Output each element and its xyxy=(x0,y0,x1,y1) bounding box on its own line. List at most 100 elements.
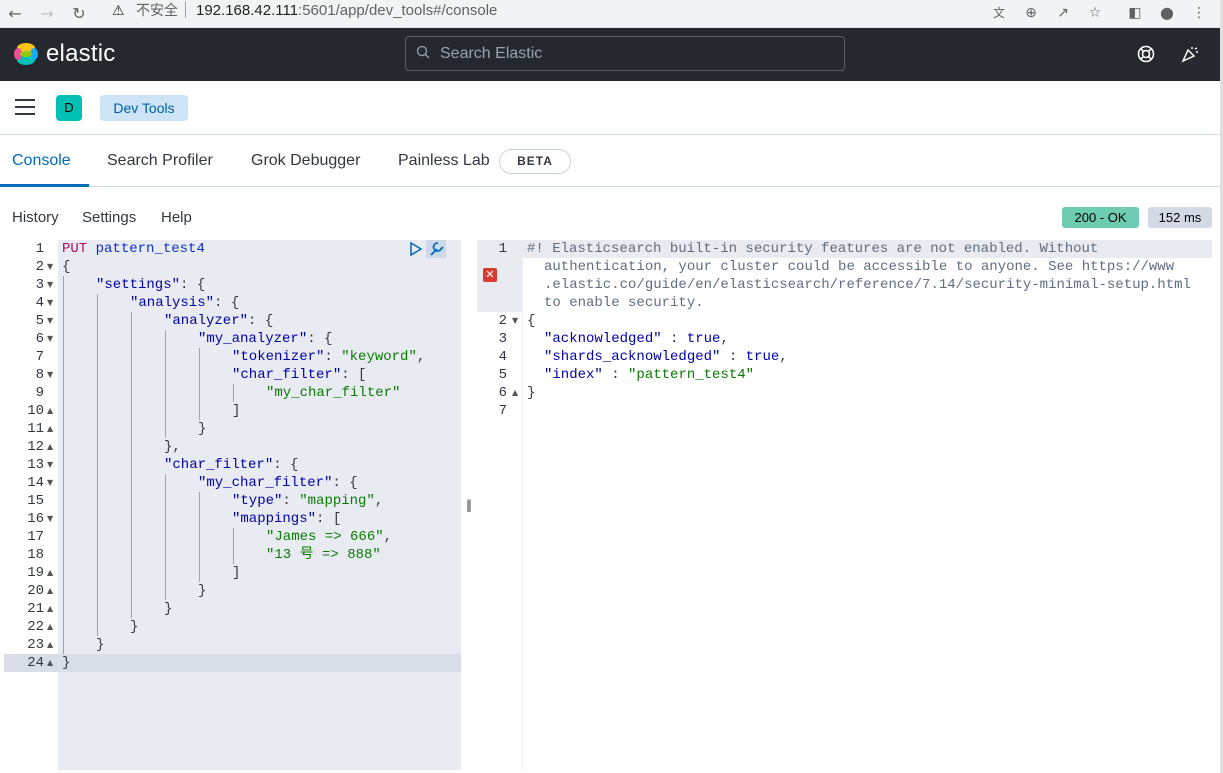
line-number: 7 xyxy=(498,403,507,419)
code-line: { xyxy=(62,259,71,275)
line-number: 1 xyxy=(498,241,507,257)
fold-up-icon[interactable]: ▲ xyxy=(47,600,53,618)
fold-down-icon[interactable]: ▼ xyxy=(47,456,53,474)
response-editor[interactable]: ✕ 1 2 3 4 5 6 7 ▼ ▲ #! Elasticsearch bui… xyxy=(477,240,1220,770)
fold-up-icon[interactable]: ▲ xyxy=(47,564,53,582)
search-input[interactable]: Search Elastic xyxy=(405,36,845,71)
code-line: "analysis": { xyxy=(130,295,240,311)
tab-search-profiler[interactable]: Search Profiler xyxy=(107,135,213,187)
fold-up-icon[interactable]: ▲ xyxy=(512,384,518,402)
code-line: ] xyxy=(232,403,241,419)
indent-guide xyxy=(63,276,64,654)
zoom-icon[interactable]: ⊕ xyxy=(1020,2,1042,24)
fold-up-icon[interactable]: ▲ xyxy=(47,402,53,420)
line-number: 2 xyxy=(35,259,44,275)
fold-up-icon[interactable]: ▲ xyxy=(47,438,53,456)
settings-button[interactable]: Settings xyxy=(82,209,136,226)
address-separator xyxy=(185,2,186,18)
fold-down-icon[interactable]: ▼ xyxy=(47,474,53,492)
menu-dots-icon[interactable]: ⋮ xyxy=(1188,2,1210,24)
translate-icon[interactable]: 文 xyxy=(988,2,1010,24)
line-number: 14 xyxy=(27,475,44,491)
warning-icon: ⚠ xyxy=(112,3,125,19)
back-icon[interactable]: ← xyxy=(4,3,26,25)
reload-icon[interactable]: ↻ xyxy=(68,3,90,25)
fold-down-icon[interactable]: ▼ xyxy=(47,294,53,312)
breadcrumb-dev-tools[interactable]: Dev Tools xyxy=(100,95,188,121)
line-number: 21 xyxy=(27,601,44,617)
request-editor[interactable]: 1 2 3 4 5 6 7 8 9 10 11 12 13 14 15 16 1… xyxy=(4,240,461,770)
elastic-logo-icon[interactable] xyxy=(12,40,40,68)
error-icon[interactable]: ✕ xyxy=(483,268,497,282)
code-line: "acknowledged" : true, xyxy=(544,331,729,347)
resize-handle-icon[interactable]: ‖ xyxy=(466,498,472,512)
history-button[interactable]: History xyxy=(12,209,59,226)
fold-down-icon[interactable]: ▼ xyxy=(47,258,53,276)
line-number: 12 xyxy=(27,439,44,455)
json-key: "index" xyxy=(544,367,603,383)
json-key: "shards_acknowledged" xyxy=(544,349,721,365)
line-number: 4 xyxy=(498,349,507,365)
fold-down-icon[interactable]: ▼ xyxy=(47,366,53,384)
json-key: "type" xyxy=(232,493,283,509)
star-icon[interactable]: ☆ xyxy=(1084,2,1106,24)
code-line: } xyxy=(62,655,71,671)
profile-icon[interactable]: ● xyxy=(1156,2,1178,24)
fold-up-icon[interactable]: ▲ xyxy=(47,654,53,672)
json-key: "my_analyzer" xyxy=(198,331,308,347)
active-line-highlight xyxy=(4,654,461,672)
json-key: "char_filter" xyxy=(164,457,274,473)
line-number: 20 xyxy=(27,583,44,599)
fold-down-icon[interactable]: ▼ xyxy=(47,330,53,348)
help-button[interactable]: Help xyxy=(161,209,192,226)
fold-down-icon[interactable]: ▼ xyxy=(47,276,53,294)
search-icon xyxy=(416,45,430,59)
json-value: "keyword" xyxy=(341,349,417,365)
fold-down-icon[interactable]: ▼ xyxy=(47,510,53,528)
address-bar[interactable]: ⚠ 不安全 192.168.42.111:5601/app/dev_tools#… xyxy=(104,1,1120,23)
tab-grok-debugger[interactable]: Grok Debugger xyxy=(251,135,360,187)
fold-up-icon[interactable]: ▲ xyxy=(47,420,53,438)
code-line: "13 号 => 888" xyxy=(266,546,381,564)
dev-tools-tabs: Console Search Profiler Grok Debugger Pa… xyxy=(0,135,1220,187)
code-line: "tokenizer": "keyword", xyxy=(232,349,426,365)
json-key: "analysis" xyxy=(130,295,215,311)
fold-up-icon[interactable]: ▲ xyxy=(47,582,53,600)
beta-badge: BETA xyxy=(499,149,571,174)
line-number: 19 xyxy=(27,565,44,581)
line-number: 2 xyxy=(498,313,507,329)
line-number: 8 xyxy=(35,367,44,383)
play-icon[interactable] xyxy=(409,241,423,257)
tab-console[interactable]: Console xyxy=(12,135,71,187)
code-line: "char_filter": { xyxy=(164,457,299,473)
indent-guide xyxy=(97,294,98,636)
hamburger-menu-icon[interactable] xyxy=(15,99,35,115)
fold-down-icon[interactable]: ▼ xyxy=(512,312,518,330)
json-key: "analyzer" xyxy=(164,313,249,329)
newsfeed-icon[interactable] xyxy=(1180,44,1200,64)
json-key: "char_filter" xyxy=(232,367,342,383)
line-number: 5 xyxy=(498,367,507,383)
search-placeholder: Search Elastic xyxy=(440,45,543,62)
tab-painless-lab[interactable]: Painless Lab xyxy=(398,135,490,187)
share-icon[interactable]: ↗ xyxy=(1052,2,1074,24)
line-number: 7 xyxy=(35,349,44,365)
json-key: "settings" xyxy=(96,277,181,293)
code-line: } xyxy=(527,385,536,401)
sidepanel-icon[interactable]: ◧ xyxy=(1124,2,1146,24)
fold-up-icon[interactable]: ▲ xyxy=(47,636,53,654)
help-icon[interactable] xyxy=(1136,44,1156,64)
space-avatar[interactable]: D xyxy=(56,95,82,121)
forward-icon[interactable]: → xyxy=(36,3,58,25)
brand-name[interactable]: elastic xyxy=(46,40,115,68)
response-comment: to enable security. xyxy=(544,295,704,311)
url-text: 192.168.42.111:5601/app/dev_tools#/conso… xyxy=(196,1,497,21)
wrench-icon[interactable] xyxy=(426,240,446,258)
fold-down-icon[interactable]: ▼ xyxy=(47,312,53,330)
indent-guide xyxy=(199,492,200,582)
fold-up-icon[interactable]: ▲ xyxy=(47,618,53,636)
line-number: 6 xyxy=(35,331,44,347)
indent-guide xyxy=(233,528,234,564)
line-number: 3 xyxy=(498,331,507,347)
json-value: "my_char_filter" xyxy=(266,385,401,401)
